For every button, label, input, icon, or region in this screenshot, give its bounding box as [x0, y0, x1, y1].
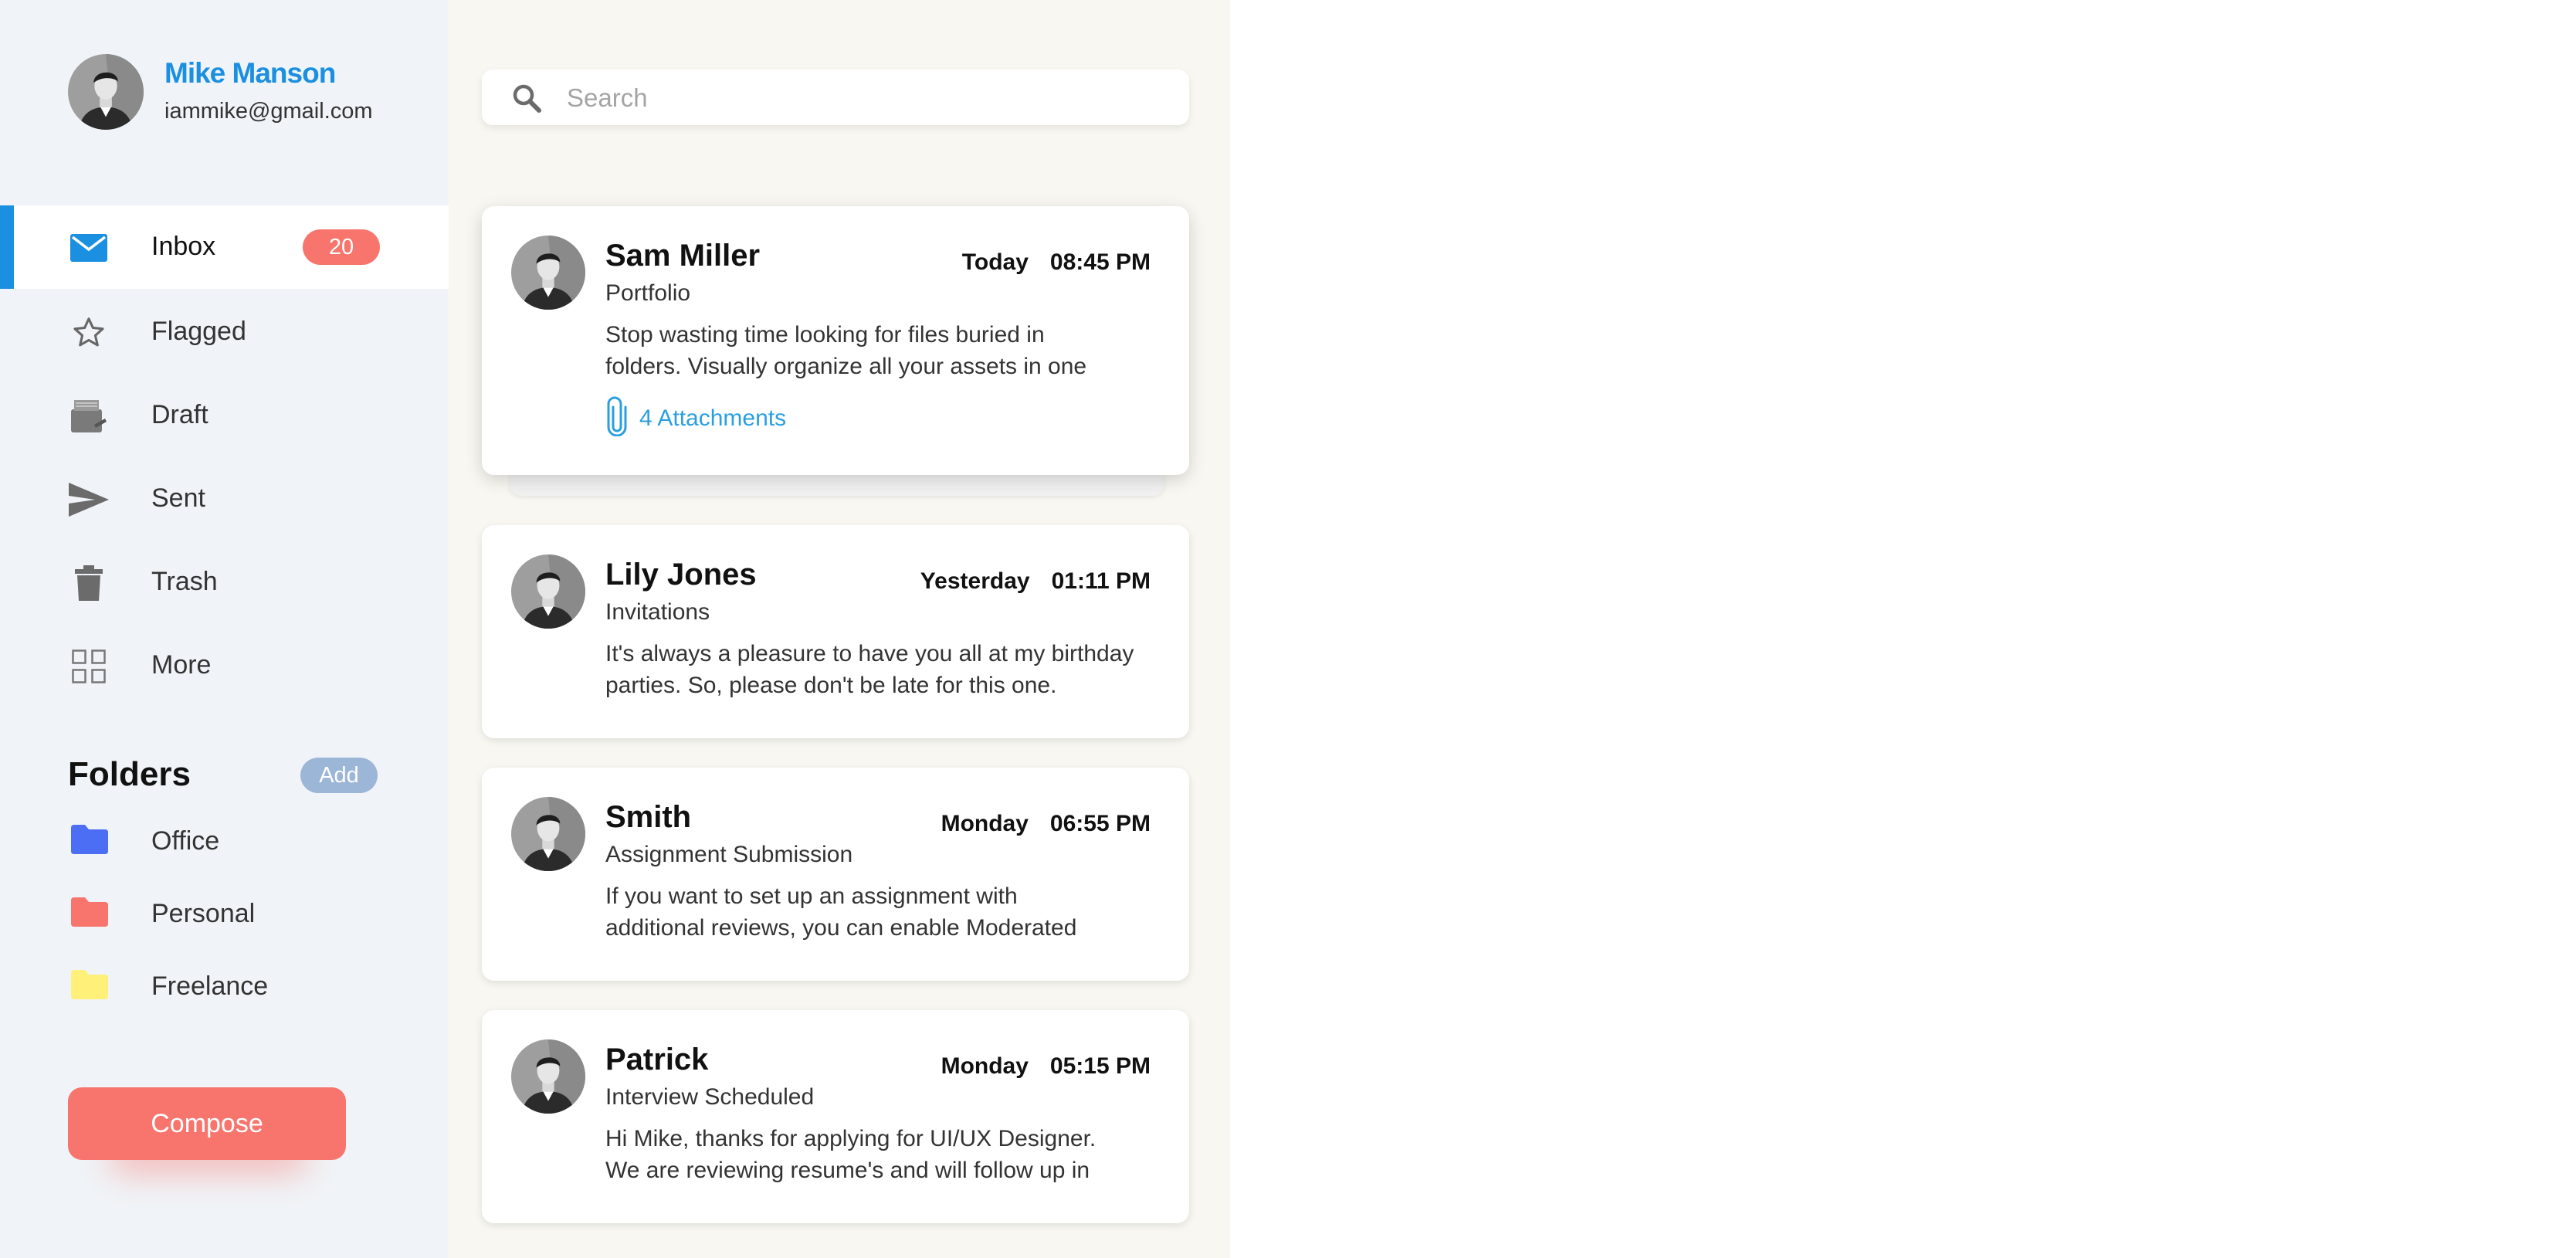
folder-label: Freelance: [151, 971, 269, 1001]
profile-email: iammike@gmail.com: [164, 99, 373, 124]
add-folder-button[interactable]: Add: [300, 758, 378, 793]
unread-count-badge: 20: [303, 229, 380, 265]
email-card-lily-jones[interactable]: Lily Jones Invitations Yesterday 01:11 PM…: [482, 525, 1189, 738]
attachments-link[interactable]: 4 Attachments: [605, 396, 786, 440]
sender-name: Patrick: [605, 1043, 709, 1077]
attachments-label: 4 Attachments: [639, 405, 787, 431]
folder-label: Personal: [151, 899, 256, 928]
nav-label: Draft: [151, 400, 208, 429]
sender-name: Lily Jones: [605, 558, 757, 592]
nav-item-sent[interactable]: Sent: [0, 457, 449, 541]
folder-icon: [71, 970, 108, 1003]
email-preview: Hi Mike, thanks for applying for UI/UX D…: [605, 1123, 1146, 1186]
avatar: [511, 797, 585, 871]
folder-icon: [71, 825, 108, 858]
avatar: [511, 1039, 585, 1114]
folder-item-freelance[interactable]: Freelance: [0, 955, 449, 1016]
nav-item-inbox[interactable]: Inbox 20: [0, 205, 449, 289]
nav-label: Trash: [151, 567, 218, 596]
email-card-smith[interactable]: Smith Assignment Submission Monday 06:55 …: [482, 768, 1189, 981]
email-time: 01:11 PM: [1051, 568, 1151, 594]
email-subject: Assignment Submission: [605, 842, 853, 867]
nav-label: Inbox: [151, 232, 216, 261]
preview-line: Stop wasting time looking for files buri…: [605, 322, 1045, 348]
email-time: 05:15 PM: [1049, 1053, 1151, 1079]
send-icon: [68, 479, 110, 520]
draft-icon: [68, 395, 110, 437]
profile-name: Mike Manson: [164, 57, 336, 89]
avatar: [511, 236, 585, 310]
avatar: [511, 554, 585, 629]
preview-line: We are reviewing resume's and will follo…: [605, 1158, 1090, 1183]
email-card-sam-miller[interactable]: Sam Miller Portfolio Today 08:45 PM Stop …: [482, 206, 1189, 475]
nav-item-draft[interactable]: Draft: [0, 374, 449, 457]
preview-line: folders. Visually organize all your asse…: [605, 354, 1087, 379]
grid-icon: [68, 646, 110, 687]
folder-icon: [71, 897, 108, 931]
email-time: 06:55 PM: [1049, 811, 1151, 836]
email-card-patrick[interactable]: Patrick Interview Scheduled Monday 05:15 …: [482, 1010, 1189, 1223]
email-time: 08:45 PM: [1049, 249, 1151, 275]
sender-name: Smith: [605, 800, 692, 834]
email-day: Monday: [941, 1053, 1029, 1079]
nav-label: More: [151, 650, 212, 680]
preview-line: If you want to set up an assignment with: [605, 883, 1018, 909]
nav-label: Sent: [151, 483, 205, 513]
folder-item-personal[interactable]: Personal: [0, 882, 449, 944]
nav-label: Flagged: [151, 317, 246, 346]
compose-button[interactable]: Compose: [68, 1087, 346, 1160]
email-day: Yesterday: [920, 568, 1030, 594]
sidebar: Mike Manson iammike@gmail.com Inbox 20 F…: [0, 0, 449, 1258]
preview-line: additional reviews, you can enable Moder…: [605, 915, 1077, 941]
trash-icon: [68, 562, 110, 604]
preview-line: parties. So, please don't be late for th…: [605, 673, 1057, 698]
search-input[interactable]: [565, 79, 1155, 117]
paperclip-icon: [605, 396, 629, 440]
sender-name: Sam Miller: [605, 239, 761, 273]
email-subject: Portfolio: [605, 280, 691, 306]
star-icon: [68, 312, 110, 354]
email-timestamp: Monday 06:55 PM: [941, 811, 1151, 837]
preview-line: It's always a pleasure to have you all a…: [605, 641, 1134, 666]
nav-item-flagged[interactable]: Flagged: [0, 290, 449, 374]
email-day: Monday: [941, 811, 1029, 836]
folders-heading: Folders: [68, 755, 191, 793]
email-preview: If you want to set up an assignment with…: [605, 880, 1146, 944]
email-preview: It's always a pleasure to have you all a…: [605, 638, 1146, 701]
search-bar: [482, 70, 1189, 125]
email-subject: Interview Scheduled: [605, 1084, 815, 1110]
preview-line: Hi Mike, thanks for applying for UI/UX D…: [605, 1126, 1096, 1151]
email-subject: Invitations: [605, 599, 710, 625]
nav-item-trash[interactable]: Trash: [0, 541, 449, 624]
email-preview: Stop wasting time looking for files buri…: [605, 319, 1146, 382]
avatar[interactable]: [68, 54, 144, 130]
email-timestamp: Yesterday 01:11 PM: [920, 568, 1151, 595]
folder-item-office[interactable]: Office: [0, 809, 449, 871]
mail-icon: [68, 227, 110, 269]
email-timestamp: Monday 05:15 PM: [941, 1053, 1151, 1080]
email-day: Today: [961, 249, 1029, 275]
search-icon[interactable]: [511, 83, 542, 114]
folder-label: Office: [151, 826, 220, 856]
active-indicator: [0, 205, 14, 289]
email-timestamp: Today 08:45 PM: [962, 249, 1151, 276]
nav-item-more[interactable]: More: [0, 624, 449, 707]
